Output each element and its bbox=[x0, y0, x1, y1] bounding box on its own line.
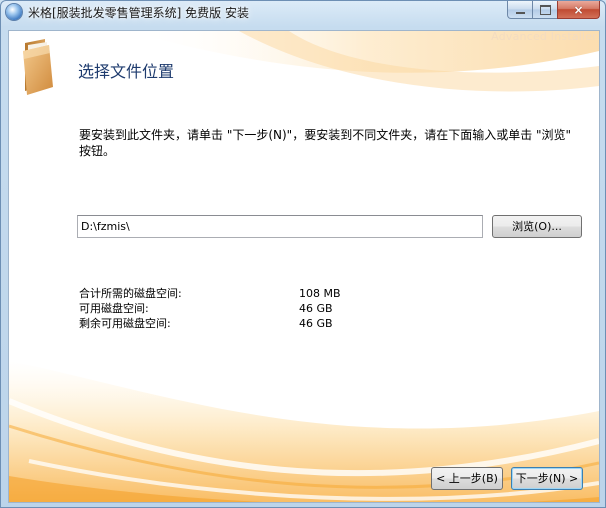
instruction-text: 要安装到此文件夹，请单击 "下一步(N)"，要安装到不同文件夹，请在下面输入或单… bbox=[79, 128, 572, 158]
wizard-page: Advanced Installer 选择文件位置 要安装到此文件夹，请单击 "… bbox=[8, 30, 600, 503]
browse-button[interactable]: 浏览(O)... bbox=[492, 215, 582, 238]
maximize-icon bbox=[539, 4, 551, 15]
disk-space-table: 合计所需的磁盘空间: 108 MB 可用磁盘空间: 46 GB 剩余可用磁盘空间… bbox=[79, 286, 399, 331]
minimize-button[interactable] bbox=[507, 1, 533, 19]
folder-icon bbox=[23, 39, 53, 95]
available-space-value: 46 GB bbox=[299, 302, 333, 315]
vendor-watermark: Advanced Installer bbox=[491, 30, 597, 43]
window-title: 米格[服装批发零售管理系统] 免费版 安装 bbox=[28, 6, 249, 20]
close-button[interactable]: × bbox=[557, 1, 600, 19]
disk-space-row: 剩余可用磁盘空间: 46 GB bbox=[79, 316, 399, 331]
maximize-button[interactable] bbox=[532, 1, 558, 19]
background-swoosh bbox=[9, 31, 599, 502]
close-icon: × bbox=[573, 2, 584, 17]
available-space-label: 可用磁盘空间: bbox=[79, 302, 149, 315]
page-title: 选择文件位置 bbox=[78, 62, 175, 81]
disk-space-row: 可用磁盘空间: 46 GB bbox=[79, 301, 399, 316]
disk-space-row: 合计所需的磁盘空间: 108 MB bbox=[79, 286, 399, 301]
remaining-space-value: 46 GB bbox=[299, 317, 333, 330]
back-button[interactable]: < 上一步(B) bbox=[431, 467, 503, 490]
app-icon[interactable] bbox=[6, 4, 22, 20]
next-button[interactable]: 下一步(N) > bbox=[511, 467, 583, 490]
title-bar[interactable]: 米格[服装批发零售管理系统] 免费版 安装 × bbox=[1, 1, 605, 23]
minimize-icon bbox=[515, 12, 525, 14]
remaining-space-label: 剩余可用磁盘空间: bbox=[79, 317, 171, 330]
required-space-label: 合计所需的磁盘空间: bbox=[79, 287, 182, 300]
required-space-value: 108 MB bbox=[299, 287, 341, 300]
install-path-input[interactable] bbox=[77, 215, 483, 238]
installer-window: 米格[服装批发零售管理系统] 免费版 安装 × Advanced Install… bbox=[0, 0, 606, 508]
